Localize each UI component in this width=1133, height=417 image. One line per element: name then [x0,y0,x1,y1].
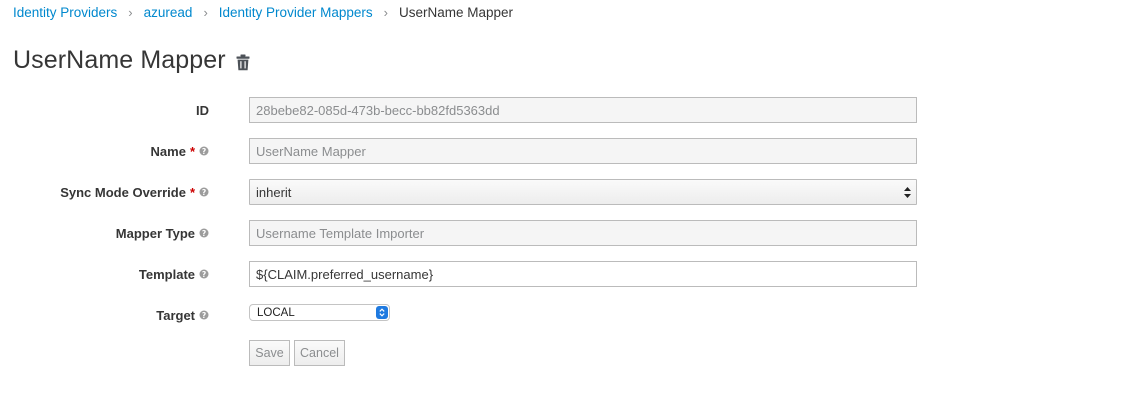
form-row-mapper-type: Mapper Type ? Username Template Importer [0,220,1133,246]
sync-mode-select[interactable]: inherit [249,179,917,205]
updown-caret-icon [904,186,911,198]
target-value: LOCAL [257,306,295,319]
breadcrumb-identity-provider-mappers[interactable]: Identity Provider Mappers [219,5,373,20]
mapper-type-field[interactable]: Username Template Importer [249,220,917,246]
target-label: Target ? [156,302,209,328]
form-row-sync-mode: Sync Mode Override * ? inherit [0,179,1133,205]
title-row: UserName Mapper [13,46,250,75]
sync-mode-value: inherit [256,184,292,200]
save-button[interactable]: Save [249,340,290,366]
help-icon[interactable]: ? [199,228,209,238]
svg-text:?: ? [202,229,206,238]
svg-text:?: ? [202,270,206,279]
form-row-name: Name * ? UserName Mapper [0,138,1133,164]
name-label-text: Name [150,143,186,159]
mapper-type-label: Mapper Type ? [116,220,209,246]
breadcrumb-azuread[interactable]: azuread [144,5,193,20]
svg-text:?: ? [202,188,206,197]
help-icon[interactable]: ? [199,310,209,320]
id-value: 28bebe82-085d-473b-becc-bb82fd5363dd [256,102,500,118]
breadcrumb-separator: › [383,5,388,20]
target-label-text: Target [156,307,195,323]
help-icon[interactable]: ? [199,146,209,156]
mapper-type-value: Username Template Importer [256,225,425,241]
svg-text:?: ? [202,147,206,156]
breadcrumb-identity-providers[interactable]: Identity Providers [13,5,117,20]
breadcrumb: Identity Providers › azuread › Identity … [13,5,513,20]
help-icon[interactable]: ? [199,269,209,279]
breadcrumb-separator: › [128,5,133,20]
name-value: UserName Mapper [256,143,366,159]
updown-caret-icon [376,306,388,319]
template-label-text: Template [138,266,195,282]
template-label: Template ? [139,261,209,287]
mapper-type-label-text: Mapper Type [115,225,195,241]
svg-text:?: ? [202,311,206,320]
cancel-button[interactable]: Cancel [294,340,345,366]
template-value: ${CLAIM.preferred_username} [256,266,434,282]
id-label-text: ID [196,102,209,118]
trash-icon[interactable] [236,54,250,71]
required-marker: * [189,143,195,159]
name-label: Name * ? [151,138,209,164]
id-label: ID [196,97,209,123]
target-select[interactable]: LOCAL [249,304,390,321]
sync-mode-label: Sync Mode Override * ? [60,179,209,205]
form-row-id: ID 28bebe82-085d-473b-becc-bb82fd5363dd [0,97,1133,123]
breadcrumb-current: UserName Mapper [398,5,513,20]
help-icon[interactable]: ? [199,187,209,197]
form-actions: Save Cancel [0,340,1133,366]
form-row-template: Template ? ${CLAIM.preferred_username} [0,261,1133,287]
required-marker: * [189,184,195,200]
sync-mode-label-text: Sync Mode Override [60,184,186,200]
template-input[interactable]: ${CLAIM.preferred_username} [249,261,917,287]
name-field[interactable]: UserName Mapper [249,138,917,164]
breadcrumb-separator: › [203,5,208,20]
page: Identity Providers › azuread › Identity … [0,0,1133,417]
id-field[interactable]: 28bebe82-085d-473b-becc-bb82fd5363dd [249,97,917,123]
page-title: UserName Mapper [13,46,226,74]
form-row-target: Target ? LOCAL [0,302,1133,328]
